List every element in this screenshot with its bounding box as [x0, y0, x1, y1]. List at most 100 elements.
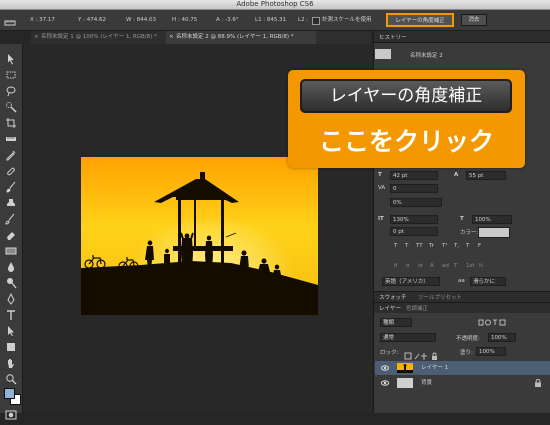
blur-tool-icon[interactable]	[5, 258, 17, 272]
horizontal-scale-value: 100%	[475, 217, 491, 223]
tab-document-1[interactable]: × 名称未設定 1 @ 100% (レイヤー 1, RGB/8) *	[31, 31, 165, 44]
color-label: カラー:	[460, 230, 479, 236]
eyedropper-tool-icon[interactable]	[5, 146, 17, 161]
readout-h: H : 40.75	[172, 17, 198, 23]
font-size-icon: T	[378, 172, 382, 178]
tab-layers[interactable]: レイヤー	[379, 304, 401, 312]
lock-icon	[535, 379, 541, 387]
shape-tool-icon[interactable]	[5, 338, 17, 351]
callout-straighten-button[interactable]: レイヤーの角度補正	[300, 79, 512, 113]
quick-mask-icon[interactable]	[5, 406, 17, 420]
app-title: Adobe Photoshop CS6	[236, 0, 314, 8]
zoom-tool-icon[interactable]	[5, 370, 17, 385]
layer-thumbnail	[397, 378, 413, 388]
ruler-tool-icon[interactable]	[4, 14, 16, 26]
sunset-photo[interactable]	[81, 157, 318, 315]
layer-name: 背景	[421, 380, 433, 386]
gradient-tool-icon[interactable]	[5, 242, 17, 255]
faux-bold-button[interactable]: T	[394, 243, 397, 249]
language-select[interactable]: 英語（アメリカ）	[382, 277, 440, 286]
small-caps-button[interactable]: Tr	[429, 243, 434, 249]
layer-thumbnail	[397, 363, 413, 373]
ordinals-button[interactable]: 1st	[466, 263, 475, 269]
opacity-label: 不透明度:	[456, 336, 480, 342]
antialias-value: 滑らかに	[473, 279, 496, 285]
kerning-field[interactable]: 0	[390, 184, 438, 193]
all-caps-button[interactable]: TT	[416, 243, 423, 249]
readout-x: X : 37.17	[30, 17, 55, 23]
tab-document-2[interactable]: × 名称未設定 2 @ 88.9% (レイヤー 1, RGB/8) *	[166, 31, 316, 44]
strikethrough-button[interactable]: F	[478, 243, 481, 249]
fractions-button[interactable]: ½	[478, 263, 483, 269]
tab-swatches[interactable]: スウォッチ	[379, 293, 407, 301]
lock-buttons[interactable]	[404, 346, 444, 360]
language-value: 英語（アメリカ）	[385, 279, 429, 285]
font-size-value: 42 pt	[393, 173, 408, 179]
antialias-icon: aa	[458, 278, 465, 284]
layer-name: レイヤー 1	[421, 365, 449, 371]
lasso-tool-icon[interactable]	[5, 82, 17, 97]
path-selection-tool-icon[interactable]	[5, 322, 17, 336]
underline-button[interactable]: T	[466, 243, 469, 249]
history-tab[interactable]: ヒストリー	[379, 33, 407, 41]
crop-tool-icon[interactable]	[5, 114, 17, 128]
history-brush-tool-icon[interactable]	[5, 210, 17, 225]
tab-tool-presets[interactable]: ツールプリセット	[418, 293, 462, 301]
blend-mode-select[interactable]: 通常	[380, 333, 436, 342]
history-item-label[interactable]: 名称未設定 2	[410, 51, 443, 59]
stylistic-alternates-button[interactable]: st	[418, 263, 423, 269]
font-size-field[interactable]: 42 pt	[390, 171, 438, 180]
close-icon[interactable]: ×	[169, 31, 174, 44]
dodge-tool-icon[interactable]	[5, 274, 17, 289]
history-panel-header: ヒストリー	[374, 31, 550, 43]
subscript-button[interactable]: T,	[454, 243, 459, 249]
lock-label: ロック:	[380, 350, 399, 356]
visibility-eye-icon[interactable]	[381, 364, 389, 372]
opacity-field[interactable]: 100%	[488, 333, 516, 342]
superscript-button[interactable]: T¹	[442, 243, 448, 249]
kind-filter-select[interactable]: 種類	[380, 318, 412, 327]
measurement-scale-checkbox[interactable]	[312, 17, 320, 25]
tab-adjustments[interactable]: 色調補正	[406, 304, 428, 312]
ruler-tool-icon[interactable]	[5, 130, 17, 142]
move-tool-icon[interactable]	[5, 50, 17, 65]
healing-brush-tool-icon[interactable]	[5, 162, 17, 176]
titling-button[interactable]: T	[454, 263, 457, 269]
document-tabs: × 名称未設定 1 @ 100% (レイヤー 1, RGB/8) * × 名称未…	[31, 31, 371, 45]
readout-y: Y : 474.62	[78, 17, 106, 23]
foreground-color-swatch[interactable]	[4, 388, 15, 399]
antialias-select[interactable]: 滑らかに	[470, 277, 506, 286]
fill-field[interactable]: 100%	[476, 347, 506, 356]
swash-button[interactable]: A	[430, 263, 434, 269]
pen-tool-icon[interactable]	[5, 290, 17, 305]
tab-label: 名称未設定 1 @ 100% (レイヤー 1, RGB/8) *	[41, 34, 157, 40]
baseline-shift-field[interactable]: 0 pt	[390, 227, 438, 236]
close-icon[interactable]: ×	[34, 31, 39, 44]
readout-l1: L1 : 845.31	[255, 17, 287, 23]
title-bar: Adobe Photoshop CS6	[0, 0, 550, 10]
ligatures-button[interactable]: fi	[394, 263, 397, 269]
tsume-field[interactable]: 0%	[390, 198, 442, 207]
alternates-button[interactable]: ad	[442, 263, 449, 269]
clear-button[interactable]: 消去	[461, 14, 487, 26]
hand-tool-icon[interactable]	[5, 354, 17, 368]
quick-selection-tool-icon[interactable]	[5, 98, 17, 113]
type-tool-icon[interactable]	[5, 306, 17, 320]
discretionary-ligatures-button[interactable]: ơ	[406, 263, 409, 269]
visibility-eye-icon[interactable]	[381, 379, 389, 387]
opacity-value: 100%	[491, 335, 507, 341]
marquee-tool-icon[interactable]	[5, 66, 17, 79]
horizontal-scale-field[interactable]: 100%	[472, 215, 512, 224]
brush-tool-icon[interactable]	[5, 178, 17, 193]
measurement-scale-label: 計測スケールを使用	[322, 17, 372, 23]
leading-field[interactable]: 55 pt	[466, 171, 506, 180]
eraser-tool-icon[interactable]	[5, 226, 17, 240]
layer-row[interactable]: レイヤー 1	[375, 361, 550, 375]
straighten-layer-button[interactable]: レイヤーの角度補正	[386, 13, 454, 27]
faux-italic-button[interactable]: T	[405, 243, 408, 249]
layer-row[interactable]: 背景	[375, 376, 550, 390]
opentype-buttons: fi ơ st A ad T 1st ½	[394, 262, 544, 272]
clone-stamp-tool-icon[interactable]	[5, 194, 17, 206]
vertical-scale-field[interactable]: 130%	[390, 215, 438, 224]
text-color-swatch[interactable]	[478, 227, 510, 238]
